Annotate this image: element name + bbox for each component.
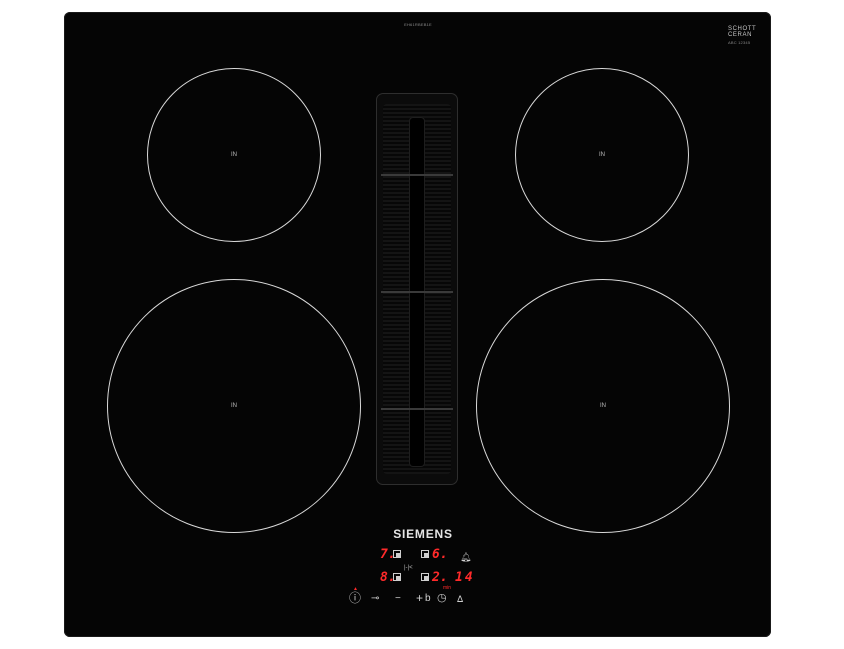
vent-rib <box>381 174 453 176</box>
vent-rib <box>381 291 453 293</box>
front-right-zone-icon <box>421 573 429 581</box>
back-right-level-display: 6. <box>432 547 448 562</box>
zone-front-right: IN <box>476 279 730 533</box>
zone-back-left: IN <box>147 68 321 242</box>
timer-display: 14 <box>455 570 475 585</box>
front-right-level-display: 2. <box>432 570 448 585</box>
zone-label: IN <box>231 152 237 158</box>
zone-label: IN <box>599 152 605 158</box>
timer-unit-label: min <box>443 585 452 591</box>
ventilation-button[interactable]: ᐃ <box>457 594 463 604</box>
bell-icon[interactable]: 🔔︎ <box>460 552 471 562</box>
timer-button[interactable]: ◷ <box>437 593 447 604</box>
downdraft-vent <box>376 93 458 485</box>
boost-button[interactable]: b <box>425 594 431 604</box>
lock-button[interactable]: ⊸ <box>371 594 379 604</box>
minus-button[interactable]: − <box>395 594 401 604</box>
back-left-zone-icon <box>393 550 401 558</box>
plus-button[interactable]: + <box>416 592 423 604</box>
power-button[interactable]: ⓘ <box>349 592 361 604</box>
vent-rib <box>381 408 453 410</box>
zone-back-right: IN <box>515 68 689 242</box>
brand-logo: SIEMENS <box>393 527 453 541</box>
schott-logo-line2: CERAN <box>728 32 753 38</box>
zone-link-icon[interactable]: |-|< <box>404 565 413 571</box>
model-number: EH61RBEB1E <box>404 22 432 27</box>
zone-front-left: IN <box>107 279 361 533</box>
front-left-zone-icon <box>393 573 401 581</box>
zone-label: IN <box>600 403 606 409</box>
zone-label: IN <box>231 403 237 409</box>
schott-logo-subline: ABC 12345 <box>728 40 751 45</box>
schott-ceran-logo: SCHOTT CERAN ABC 12345 <box>728 26 756 46</box>
back-right-zone-icon <box>421 550 429 558</box>
